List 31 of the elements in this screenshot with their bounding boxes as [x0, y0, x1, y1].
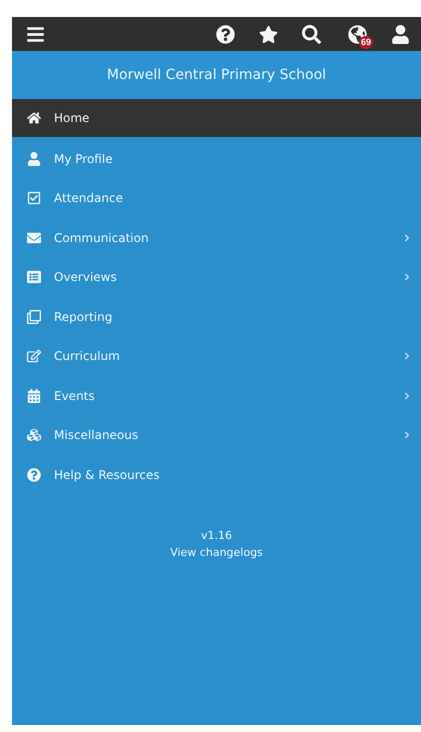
menu-item[interactable]: Overviews — [12, 258, 421, 297]
chevron-icon — [403, 234, 411, 242]
changelog-link[interactable]: View changelogs — [170, 546, 263, 558]
chevron-icon — [403, 431, 411, 440]
calendar-icon — [26, 388, 42, 403]
notifications-button[interactable]: 69 — [341, 19, 373, 49]
menu-icon — [26, 24, 44, 44]
menu-item[interactable]: Home — [12, 99, 421, 137]
help-icon — [26, 468, 42, 482]
menu-item[interactable]: Miscellaneous — [12, 416, 421, 455]
menu-item[interactable]: Reporting — [12, 297, 421, 336]
chevron-icon — [403, 392, 411, 400]
edit-icon — [26, 349, 42, 364]
home-icon — [26, 111, 42, 125]
chevron-icon — [403, 273, 411, 282]
version-label: v1.16 — [200, 528, 232, 542]
menu-item[interactable]: Events — [12, 376, 421, 416]
menu-item[interactable]: Curriculum — [12, 336, 421, 376]
user-icon — [26, 152, 42, 166]
menu-item[interactable]: Attendance — [12, 178, 421, 218]
notification-badge: 69 — [358, 36, 373, 49]
menu-item[interactable]: My Profile — [12, 139, 421, 178]
menu-item[interactable]: Communication — [12, 218, 421, 258]
list-icon — [26, 270, 42, 284]
menu-item[interactable]: Help & Resources — [12, 455, 421, 494]
chevron-icon — [403, 352, 411, 360]
cubes-icon — [26, 428, 42, 442]
school-name: Morwell Central Primary School — [12, 51, 421, 99]
checkbox-icon — [26, 191, 42, 206]
envelope-icon — [26, 230, 42, 245]
pages-icon — [26, 310, 42, 324]
